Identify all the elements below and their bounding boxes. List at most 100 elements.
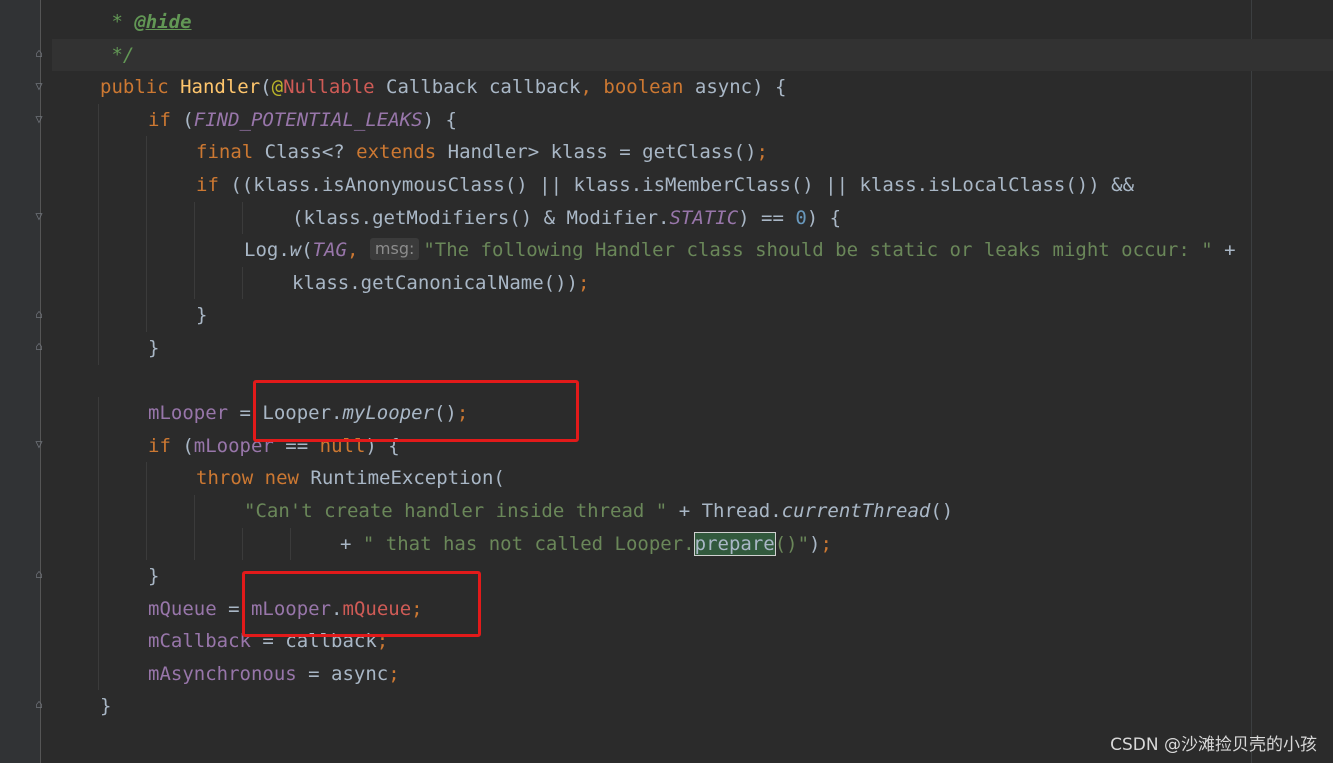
indent-guide [98, 560, 99, 593]
code-line[interactable]: } [52, 331, 1333, 365]
code-line[interactable]: if ((klass.isAnonymousClass() || klass.i… [52, 168, 1333, 202]
indent-guide [194, 234, 195, 267]
indent-guide [146, 136, 147, 169]
code-token: boolean [603, 76, 695, 99]
code-line[interactable]: } [52, 690, 1333, 723]
indent-guide [98, 299, 99, 332]
code-line[interactable]: (klass.getModifiers() & Modifier.STATIC)… [52, 201, 1333, 235]
code-token: RuntimeException( [310, 467, 505, 490]
code-line[interactable]: mLooper = Looper.myLooper(); [52, 397, 1333, 430]
indent-guide [98, 397, 99, 430]
indent-guide [242, 527, 243, 561]
fold-end-icon[interactable]: ⌂ [32, 339, 46, 353]
code-token: extends [356, 141, 448, 164]
code-line[interactable]: final Class<? extends Handler> klass = g… [52, 136, 1333, 169]
code-token: mCallback [148, 630, 251, 653]
indent-guide [146, 266, 147, 300]
code-token: currentThread [781, 499, 931, 522]
code-token: ; [820, 532, 832, 555]
indent-guide [146, 527, 147, 561]
indent-guide [146, 494, 147, 528]
code-token: mAsynchronous [148, 662, 297, 685]
indent-guide [290, 527, 291, 561]
code-token: final [196, 141, 265, 164]
indent-guide [194, 266, 195, 300]
indent-guide [194, 201, 195, 235]
code-line[interactable]: if (mLooper == null) { [52, 429, 1333, 463]
code-token: ; [756, 141, 768, 164]
code-token: if [148, 108, 183, 131]
fold-end-icon[interactable]: ⌂ [32, 307, 46, 321]
code-token: Nullable [283, 76, 375, 99]
code-token: mLooper [148, 402, 229, 425]
code-line[interactable]: */ [52, 38, 1333, 72]
code-line[interactable]: throw new RuntimeException( [52, 462, 1333, 495]
code-token: @ [271, 76, 284, 99]
code-line[interactable]: public Handler(@Nullable Callback callba… [52, 71, 1333, 104]
indent-guide [146, 299, 147, 332]
code-token: ) { [806, 206, 842, 229]
code-line[interactable]: Log.w(TAG, msg: "The following Handler cl… [52, 234, 1333, 267]
indent-guide [194, 494, 195, 528]
indent-guide [98, 103, 99, 137]
code-token: mQueue [148, 597, 217, 620]
parameter-hint: msg: [369, 238, 420, 261]
code-token: public [100, 76, 181, 99]
fold-end-icon[interactable]: ⌂ [32, 697, 46, 711]
indent-guide [98, 494, 99, 528]
code-token: Log. [244, 239, 290, 262]
indent-guide [146, 201, 147, 235]
fold-end-icon[interactable]: ⌂ [32, 567, 46, 581]
code-token: klass.getCanonicalName()) [292, 271, 578, 294]
code-token: , [347, 239, 370, 262]
code-token: , [580, 76, 604, 99]
indent-guide [98, 625, 99, 658]
code-token: "Can't create handler inside thread " [244, 499, 668, 522]
code-line[interactable]: + " that has not called Looper.prepare()… [52, 527, 1333, 561]
code-token: FIND_POTENTIAL_LEAKS [193, 108, 423, 131]
fold-start-icon[interactable]: ▽ [32, 79, 46, 93]
code-token: ) { [422, 108, 457, 131]
code-token: ) == [738, 206, 796, 229]
code-line[interactable] [52, 365, 1333, 398]
code-line[interactable]: * @hide [52, 6, 1333, 39]
code-line[interactable]: } [52, 299, 1333, 332]
code-token: ( [301, 239, 313, 262]
code-token: } [148, 336, 160, 359]
fold-start-icon[interactable]: ▽ [32, 112, 46, 126]
indent-guide [242, 201, 243, 235]
code-token: + [340, 532, 363, 555]
indent-guide [146, 168, 147, 202]
code-token: Class<? [264, 141, 357, 164]
code-token: w [289, 239, 302, 262]
highlight-box-mylooper [253, 380, 579, 442]
indent-guide [98, 266, 99, 300]
code-token: @hide [134, 11, 192, 33]
indent-guide [98, 201, 99, 235]
code-token: ; [388, 662, 400, 685]
watermark: CSDN @沙滩捡贝壳的小孩 [1110, 735, 1317, 755]
code-token: * [100, 11, 135, 33]
code-token: "The following Handler class should be s… [423, 239, 1213, 262]
indent-guide [98, 462, 99, 495]
code-line[interactable]: "Can't create handler inside thread " + … [52, 494, 1333, 528]
indent-guide [194, 527, 195, 561]
fold-start-icon[interactable]: ▽ [32, 437, 46, 451]
code-token: TAG [312, 239, 347, 262]
fold-start-icon[interactable]: ▽ [32, 209, 46, 223]
indent-guide [98, 429, 99, 463]
code-token: throw new [196, 467, 311, 490]
code-token: ) [809, 532, 821, 555]
code-line[interactable]: if (FIND_POTENTIAL_LEAKS) { [52, 103, 1333, 137]
indent-guide [98, 527, 99, 561]
code-line[interactable]: klass.getCanonicalName()); [52, 266, 1333, 300]
highlight-box-mqueue [242, 571, 481, 637]
indent-guide [98, 331, 99, 365]
code-token: ( [182, 434, 194, 457]
indent-guide [98, 657, 99, 691]
code-token: " that has not called Looper. [362, 532, 695, 555]
code-token: 0 [795, 206, 807, 229]
code-token: async) { [694, 76, 787, 99]
fold-end-icon[interactable]: ⌂ [32, 46, 46, 60]
code-line[interactable]: mAsynchronous = async; [52, 657, 1333, 691]
